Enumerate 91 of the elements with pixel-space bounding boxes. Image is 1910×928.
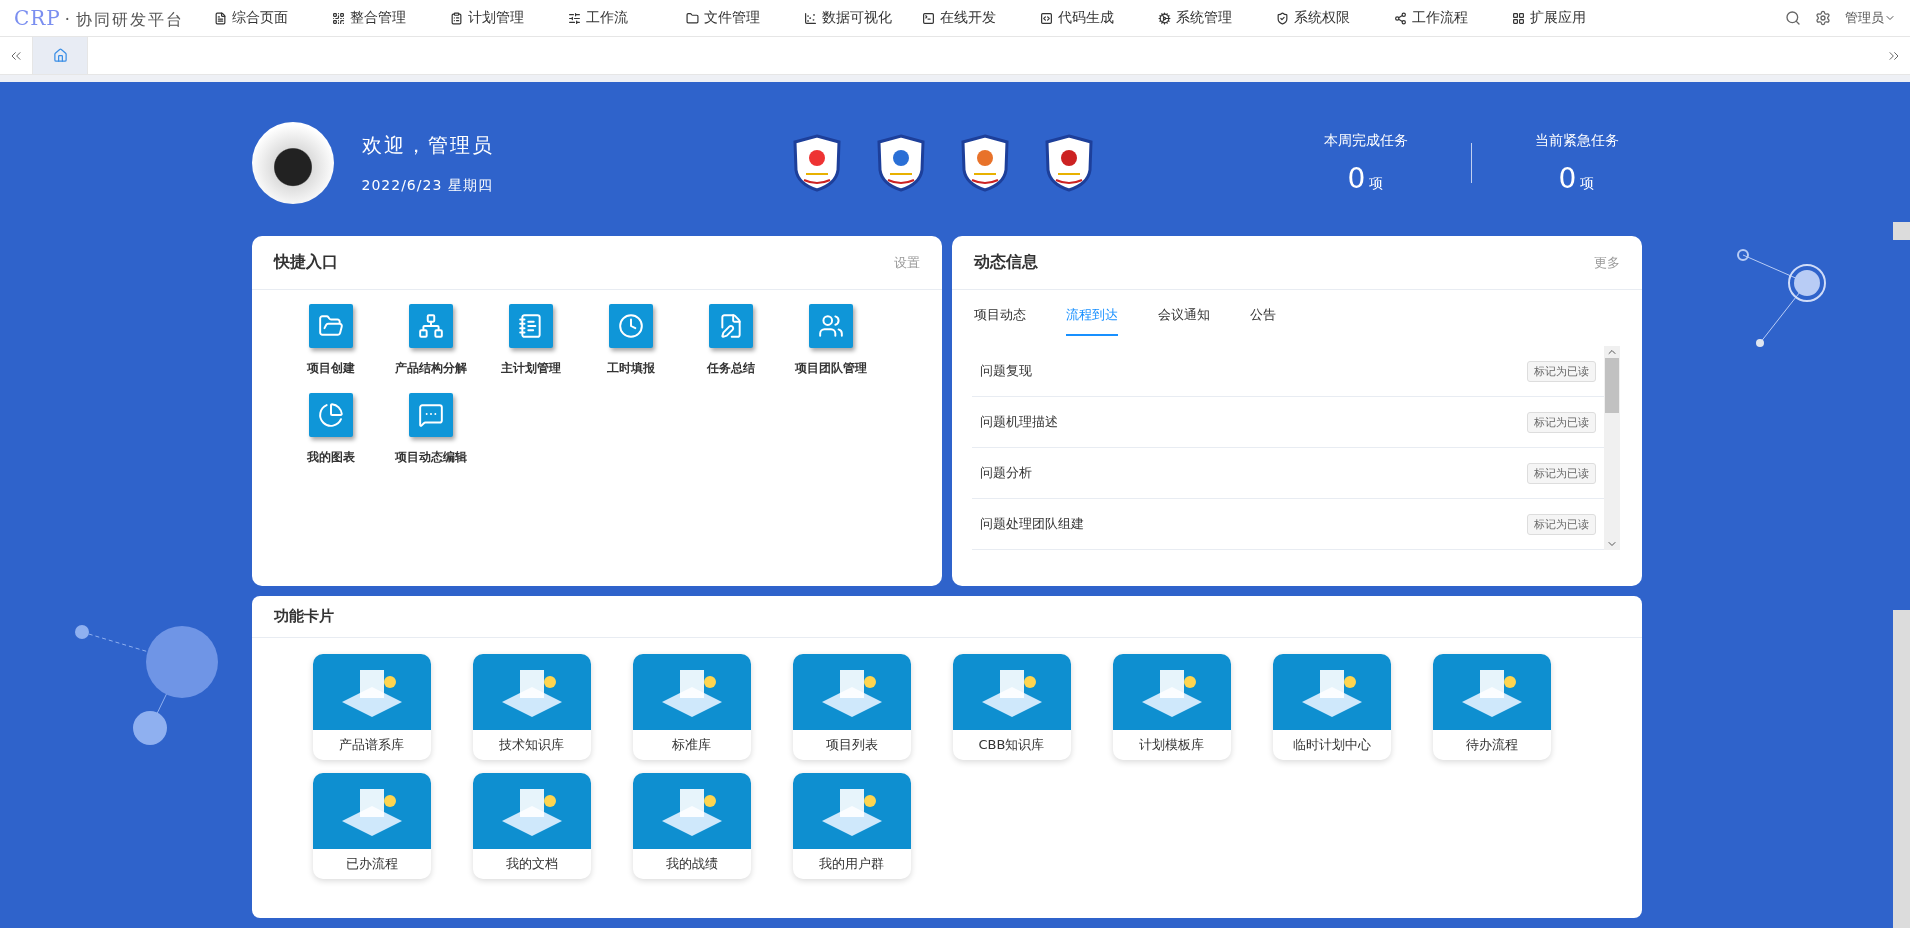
scrollbar-thumb[interactable] bbox=[1893, 240, 1910, 610]
nav-item[interactable]: 在线开发 bbox=[921, 9, 1040, 27]
nav-item[interactable]: 代码生成 bbox=[1039, 9, 1158, 27]
feature-tile[interactable]: 技术知识库 bbox=[472, 654, 591, 760]
news-item-title[interactable]: 问题复现 bbox=[979, 362, 1032, 380]
quick-access-item[interactable]: 任务总结 bbox=[680, 304, 781, 377]
nav-item[interactable]: 文件管理 bbox=[685, 9, 804, 27]
date-text: 2022/6/23 bbox=[361, 176, 443, 195]
code-icon bbox=[1039, 11, 1053, 25]
nav-item[interactable]: 扩展应用 bbox=[1511, 9, 1630, 27]
search-icon[interactable] bbox=[1785, 10, 1801, 26]
terminal-icon bbox=[921, 11, 935, 25]
folder-list-icon bbox=[308, 304, 353, 348]
nav-item[interactable]: 综合页面 bbox=[213, 9, 332, 27]
nav-item[interactable]: 系统权限 bbox=[1275, 9, 1394, 27]
news-item-title[interactable]: 问题机理描述 bbox=[979, 413, 1058, 431]
brand-name: 协同研发平台 bbox=[75, 9, 184, 31]
folder-icon bbox=[685, 11, 699, 25]
mark-read-button[interactable]: 标记为已读 bbox=[1526, 411, 1596, 433]
news-tab[interactable]: 会议通知 bbox=[1157, 304, 1210, 336]
weekday-text: 星期四 bbox=[448, 176, 494, 195]
nav-item[interactable]: 工作流 bbox=[567, 9, 686, 27]
brand-logo: CRP bbox=[14, 5, 61, 30]
news-item-title[interactable]: 问题处理团队组建 bbox=[979, 515, 1084, 533]
settings-icon[interactable] bbox=[1815, 10, 1831, 26]
share-icon bbox=[1393, 11, 1407, 25]
feature-tile[interactable]: 计划模板库 bbox=[1112, 654, 1231, 760]
document-icon bbox=[213, 11, 227, 25]
feature-tile[interactable]: 产品谱系库 bbox=[312, 654, 431, 760]
quick-access-item[interactable]: 工时填报 bbox=[580, 304, 681, 377]
feature-tile[interactable]: 临时计划中心 bbox=[1272, 654, 1391, 760]
clipboard-icon bbox=[449, 11, 463, 25]
card-title: 快捷入口 bbox=[273, 252, 338, 273]
hierarchy-icon bbox=[408, 304, 453, 348]
stat-value: 0 bbox=[1558, 161, 1577, 195]
quick-access-item[interactable]: 产品结构分解 bbox=[380, 304, 481, 377]
shield-emblem-icon bbox=[791, 134, 842, 192]
quick-access-item[interactable]: 项目创建 bbox=[280, 304, 381, 377]
nav-item[interactable]: 系统管理 bbox=[1157, 9, 1276, 27]
qr-code-icon bbox=[331, 11, 345, 25]
stat-unit: 项 bbox=[1580, 174, 1595, 193]
card-title: 动态信息 bbox=[973, 252, 1038, 273]
news-tab[interactable]: 公告 bbox=[1249, 304, 1276, 336]
nav-item[interactable]: 整合管理 bbox=[331, 9, 450, 27]
document-edit-icon bbox=[708, 304, 753, 348]
clock-icon bbox=[608, 304, 653, 348]
page-scrollbar[interactable] bbox=[1893, 222, 1910, 928]
home-tab[interactable] bbox=[32, 37, 88, 74]
nav-item[interactable]: 工作流程 bbox=[1393, 9, 1512, 27]
mark-read-button[interactable]: 标记为已读 bbox=[1526, 360, 1596, 382]
quick-access-item[interactable]: 我的图表 bbox=[280, 393, 381, 466]
news-item-title[interactable]: 问题分析 bbox=[979, 464, 1032, 482]
grid-icon bbox=[1511, 11, 1525, 25]
feature-tile[interactable]: CBB知识库 bbox=[952, 654, 1071, 760]
user-menu[interactable]: 管理员 bbox=[1845, 9, 1896, 27]
feature-tile[interactable]: 标准库 bbox=[632, 654, 751, 760]
welcome-text: 欢迎，管理员 bbox=[361, 131, 495, 159]
gear-icon bbox=[1157, 11, 1171, 25]
shield-emblem-icon bbox=[875, 134, 926, 192]
shield-emblem-icon bbox=[1043, 134, 1094, 192]
nav-item[interactable]: 计划管理 bbox=[449, 9, 568, 27]
home-icon bbox=[52, 48, 68, 63]
feature-tile[interactable]: 已办流程 bbox=[312, 773, 431, 879]
stat-label: 本周完成任务 bbox=[1323, 131, 1408, 150]
card-title: 功能卡片 bbox=[273, 607, 334, 626]
feature-tile[interactable]: 待办流程 bbox=[1432, 654, 1551, 760]
mark-read-button[interactable]: 标记为已读 bbox=[1526, 462, 1596, 484]
feature-tile[interactable]: 我的战绩 bbox=[632, 773, 751, 879]
stat-value: 0 bbox=[1347, 161, 1366, 195]
shield-emblem-icon bbox=[959, 134, 1010, 192]
news-tab[interactable]: 项目动态 bbox=[973, 304, 1026, 336]
shield-icon bbox=[1275, 11, 1289, 25]
sliders-icon bbox=[567, 11, 581, 25]
brand-separator: · bbox=[64, 9, 72, 29]
quick-access-item[interactable]: 项目动态编辑 bbox=[380, 393, 481, 466]
stat-label: 当前紧急任务 bbox=[1534, 131, 1619, 150]
scatter-chart-icon bbox=[803, 11, 817, 25]
notepad-icon bbox=[508, 304, 553, 348]
people-icon bbox=[808, 304, 853, 348]
quick-access-item[interactable]: 项目团队管理 bbox=[780, 304, 881, 377]
quick-access-item[interactable]: 主计划管理 bbox=[480, 304, 581, 377]
feature-tile[interactable]: 我的文档 bbox=[472, 773, 591, 879]
feature-tile[interactable]: 项目列表 bbox=[792, 654, 911, 760]
scrollbar-thumb[interactable] bbox=[1604, 358, 1619, 413]
chat-bubble-icon bbox=[408, 393, 453, 437]
feature-tile[interactable]: 我的用户群 bbox=[792, 773, 911, 879]
scrollbar[interactable] bbox=[1603, 346, 1620, 550]
pie-chart-icon bbox=[308, 393, 353, 437]
stat-unit: 项 bbox=[1369, 174, 1384, 193]
mark-read-button[interactable]: 标记为已读 bbox=[1526, 513, 1596, 535]
nav-item[interactable]: 数据可视化 bbox=[803, 9, 922, 27]
